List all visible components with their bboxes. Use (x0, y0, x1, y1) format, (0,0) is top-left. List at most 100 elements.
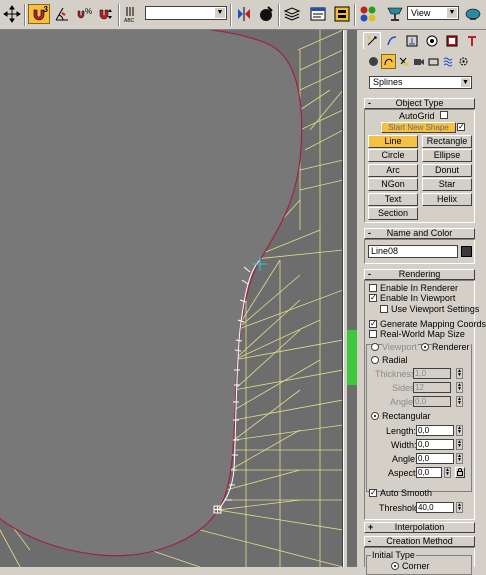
schematic-view-icon[interactable] (332, 4, 352, 24)
aspect-spinner[interactable]: 0,0 (416, 467, 442, 478)
ellipse-label: Ellipse (433, 150, 461, 160)
ngon-button[interactable]: NGon (368, 178, 418, 191)
auto-smooth-checkbox[interactable]: ✓ (369, 489, 377, 497)
sides-value: 12 (415, 383, 424, 392)
corner-label: Corner (402, 561, 430, 571)
object-name-field[interactable]: Line08 (368, 245, 458, 258)
quick-render-icon[interactable] (462, 4, 484, 24)
create-tab-icon[interactable] (363, 32, 381, 49)
spinner-arrows-icon[interactable]: ▲ ▼ (456, 382, 463, 393)
angle-value: 0,0 (415, 397, 427, 406)
snap-3d-icon[interactable]: 3 (28, 4, 50, 24)
start-new-shape-checkbox[interactable]: ✓ (457, 123, 465, 131)
line-button[interactable]: Line (368, 135, 418, 148)
object-color-swatch[interactable] (461, 246, 472, 257)
render-type-dropdown[interactable]: View ▼ (407, 6, 459, 20)
sides-spinner[interactable]: 12 (413, 382, 451, 393)
toolbar-separator (24, 4, 26, 26)
edit-named-selection-icon[interactable]: ABC (122, 4, 142, 24)
spinner-arrows-icon[interactable]: ▲ ▼ (456, 396, 463, 407)
thickness-value: 1,0 (415, 369, 427, 378)
curve-editor-icon[interactable] (308, 4, 328, 24)
spinner-arrows-icon[interactable]: ▲ ▼ (456, 502, 463, 513)
mirror-icon[interactable] (234, 4, 254, 24)
spinner-arrows-icon[interactable]: ▲ ▼ (456, 368, 463, 379)
ellipse-button[interactable]: Ellipse (422, 149, 472, 162)
use-viewport-settings-label: Use Viewport Settings (391, 304, 480, 314)
cameras-icon[interactable] (411, 54, 426, 69)
rectangle-button[interactable]: Rectangle (422, 135, 472, 148)
select-move-icon[interactable] (2, 4, 22, 24)
length-spinner[interactable]: 0,0 (416, 425, 454, 436)
name-and-color-rollout-header[interactable]: - Name and Color (364, 228, 475, 239)
use-viewport-settings-checkbox[interactable] (380, 305, 388, 313)
material-editor-icon[interactable] (358, 4, 378, 24)
layer-manager-icon[interactable] (282, 4, 302, 24)
named-selection-dropdown[interactable]: ▼ (145, 6, 227, 20)
shape-category-dropdown[interactable]: Splines ▼ (369, 76, 472, 89)
lock-aspect-icon[interactable] (455, 467, 465, 478)
spinner-snap-icon[interactable] (96, 4, 116, 24)
spinner-arrows-icon[interactable]: ▲ ▼ (456, 425, 463, 436)
viewport-divider[interactable] (343, 30, 361, 567)
threshold-spinner[interactable]: 40,0 (416, 502, 454, 513)
generate-mapping-checkbox[interactable]: ✓ (369, 320, 377, 328)
abc-label: ABC (124, 18, 135, 24)
interpolation-rollout-header[interactable]: + Interpolation (364, 522, 475, 533)
utilities-tab-icon[interactable] (463, 32, 481, 49)
autogrid-checkbox[interactable] (440, 111, 448, 119)
creation-method-rollout-header[interactable]: - Creation Method (364, 536, 475, 547)
text-button[interactable]: Text (368, 193, 418, 206)
helix-button[interactable]: Helix (422, 193, 472, 206)
spinner-arrows-icon[interactable]: ▲ ▼ (456, 439, 463, 450)
geometry-icon[interactable] (366, 54, 381, 69)
start-new-shape-button[interactable]: Start New Shape (381, 122, 456, 133)
arc-button[interactable]: Arc (368, 164, 418, 177)
chevron-down-icon: ▼ (461, 78, 470, 87)
angle-spinner[interactable]: 0,0 (413, 396, 451, 407)
viewport-radio[interactable] (371, 343, 379, 351)
section-button[interactable]: Section (368, 207, 418, 220)
display-tab-icon[interactable] (443, 32, 461, 49)
perspective-viewport[interactable] (0, 30, 343, 567)
shapes-icon[interactable] (381, 54, 396, 69)
threshold-value: 40,0 (418, 503, 434, 512)
width-spinner[interactable]: 0,0 (416, 439, 454, 450)
enable-in-renderer-checkbox[interactable] (369, 284, 377, 292)
command-panel: Splines ▼ - Object Type AutoGrid Start N… (361, 30, 486, 575)
lights-icon[interactable] (396, 54, 411, 69)
enable-in-viewport-checkbox[interactable]: ✓ (369, 294, 377, 302)
spinner-arrows-icon[interactable]: ▲ ▼ (444, 467, 451, 478)
expand-icon: + (368, 522, 374, 532)
donut-button[interactable]: Donut (422, 164, 472, 177)
rect-angle-spinner[interactable]: 0,0 (416, 453, 454, 464)
renderer-radio[interactable] (421, 343, 429, 351)
rectangular-radio[interactable] (371, 412, 379, 420)
corner-radio[interactable] (391, 562, 399, 570)
modify-tab-icon[interactable] (383, 32, 401, 49)
motion-tab-icon[interactable] (423, 32, 441, 49)
chevron-down-icon: ▼ (447, 8, 457, 18)
adjacent-viewport-strip (347, 30, 357, 567)
systems-icon[interactable] (456, 54, 471, 69)
space-warps-icon[interactable] (441, 54, 456, 69)
spinner-arrows-icon[interactable]: ▲ ▼ (456, 453, 463, 464)
real-world-map-checkbox[interactable] (369, 330, 377, 338)
shape-category-value: Splines (373, 77, 403, 87)
hierarchy-tab-icon[interactable] (403, 32, 421, 49)
object-type-rollout-header[interactable]: - Object Type (364, 98, 475, 109)
helpers-icon[interactable] (426, 54, 441, 69)
percent-snap-icon[interactable]: % (74, 4, 94, 24)
render-scene-icon[interactable] (384, 4, 406, 24)
radial-label: Radial (382, 355, 408, 365)
thickness-spinner[interactable]: 1,0 (413, 368, 451, 379)
chevron-down-icon: ▼ (215, 8, 225, 18)
ngon-label: NGon (381, 179, 405, 189)
circle-button[interactable]: Circle (368, 149, 418, 162)
radial-radio[interactable] (371, 356, 379, 364)
angle-snap-icon[interactable] (52, 4, 72, 24)
align-icon[interactable] (256, 4, 276, 24)
rendering-rollout-header[interactable]: - Rendering (364, 269, 475, 280)
viewport-canvas[interactable] (0, 30, 343, 567)
star-button[interactable]: Star (422, 178, 472, 191)
